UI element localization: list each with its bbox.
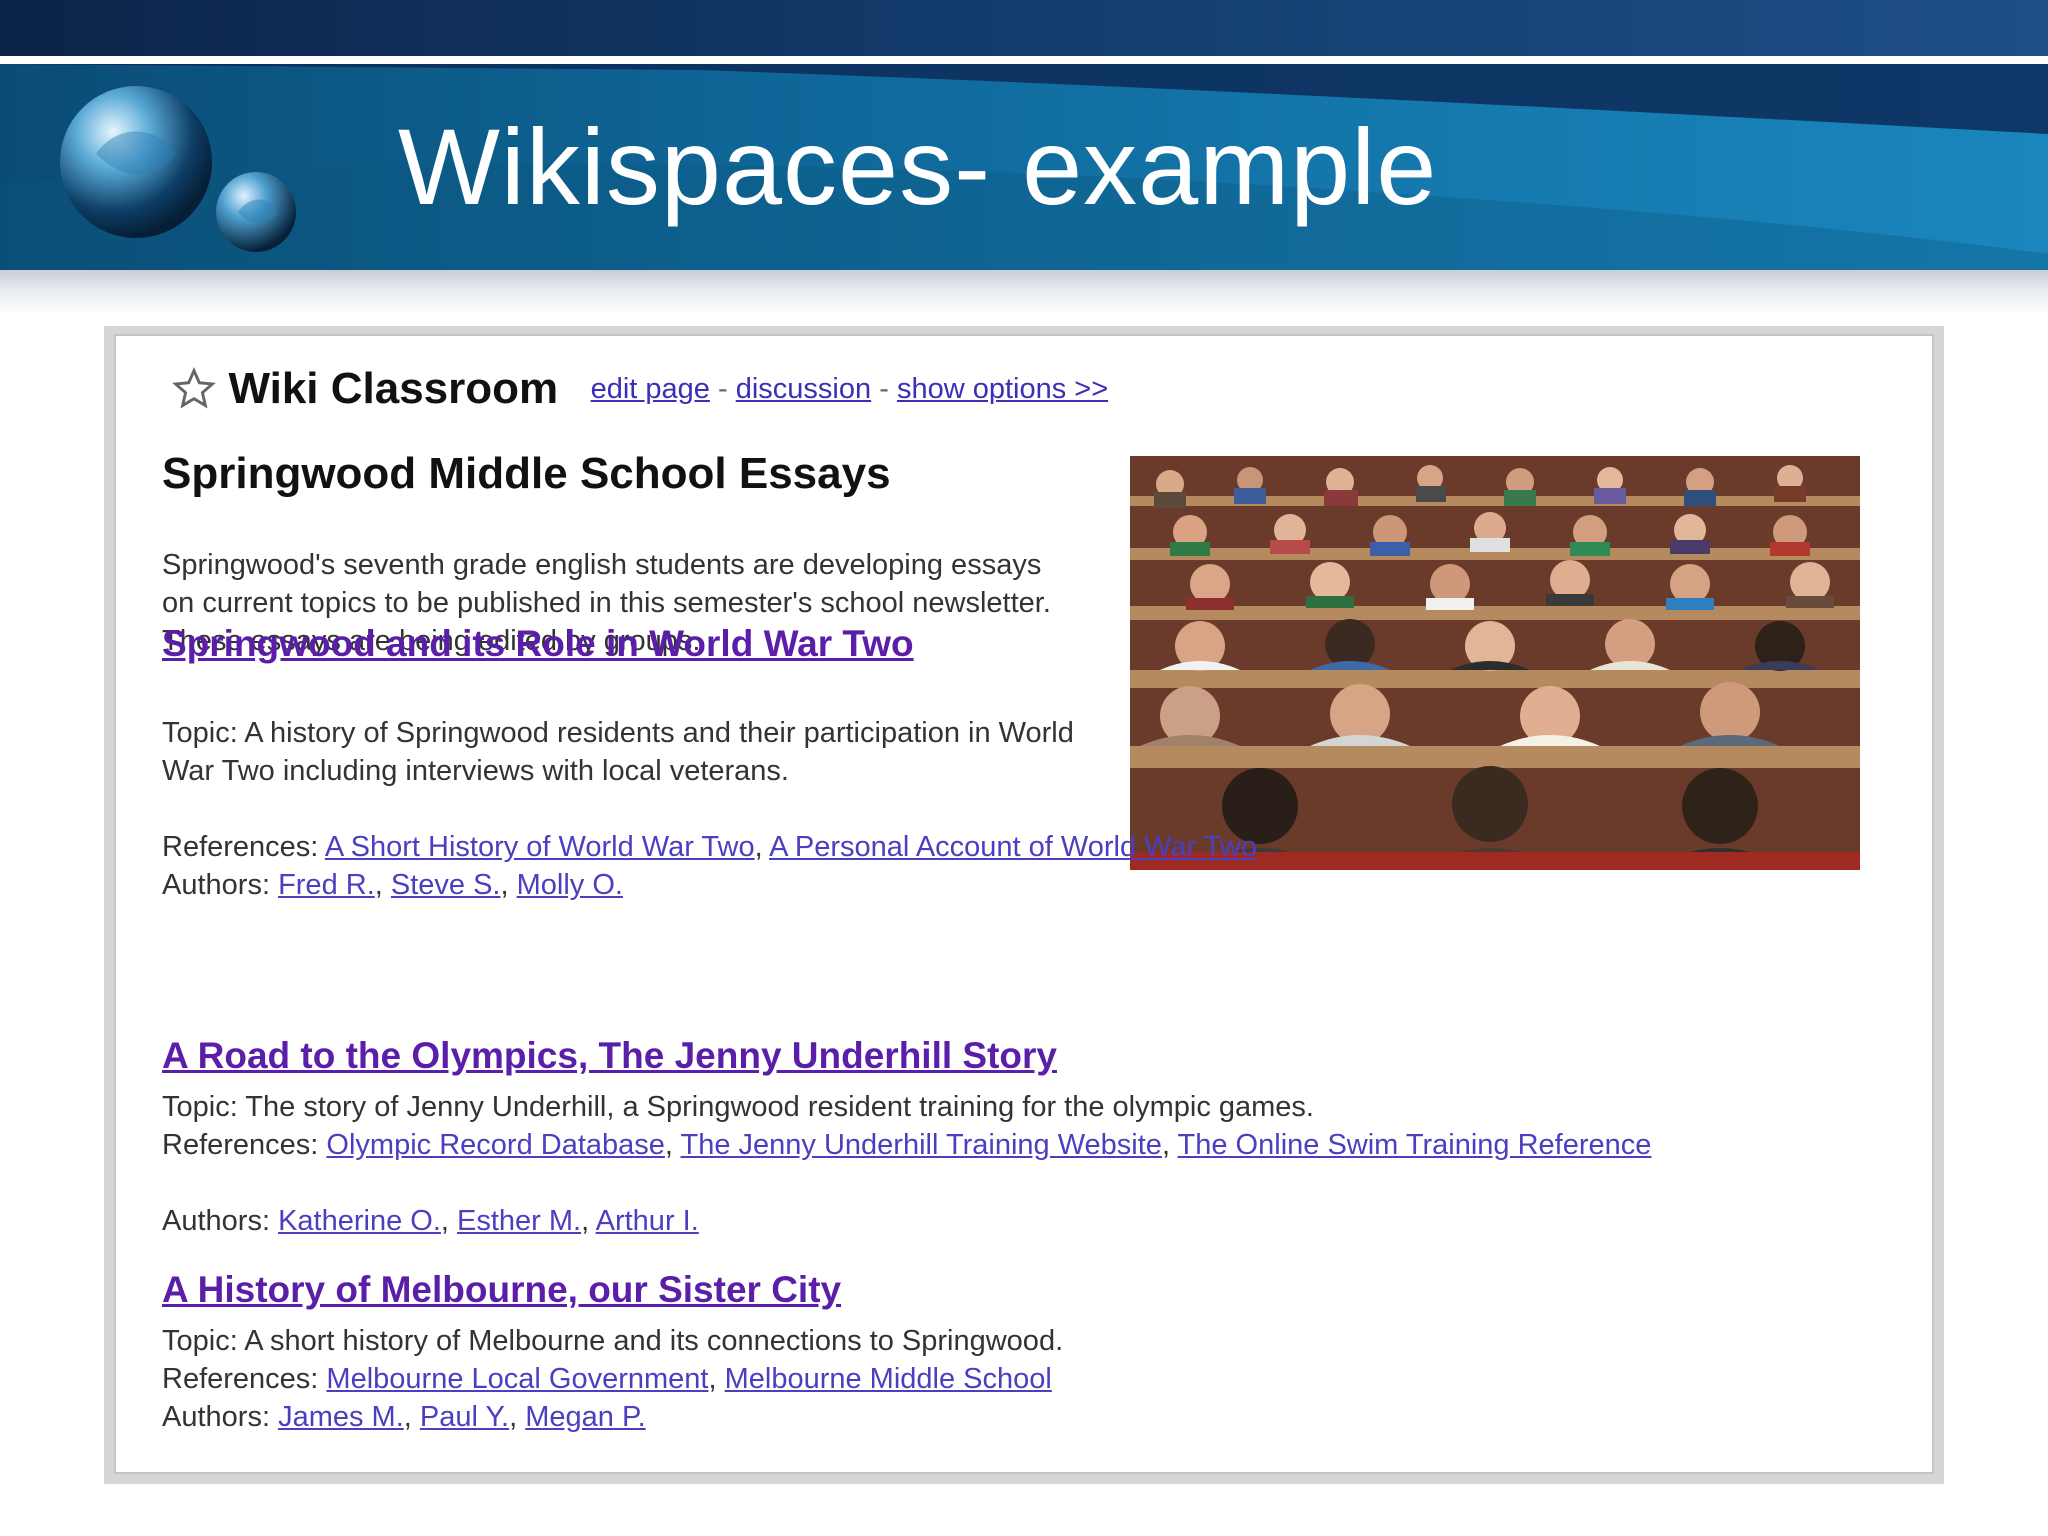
author-link[interactable]: Paul Y. — [420, 1401, 509, 1433]
essay-title-link[interactable]: A History of Melbourne, our Sister City — [162, 1270, 1812, 1310]
show-options-link[interactable]: show options >> — [897, 373, 1108, 405]
slide-title: Wikispaces- example — [398, 106, 1438, 227]
essay-references: References: Olympic Record Database, The… — [162, 1129, 1652, 1161]
reference-link[interactable]: Olympic Record Database — [326, 1129, 664, 1161]
reference-link[interactable]: Melbourne Local Government — [326, 1363, 708, 1395]
wiki-title: Wiki Classroom — [228, 364, 559, 413]
essay-authors: Authors: Fred R., Steve S., Molly O. — [162, 869, 623, 901]
reference-link[interactable]: The Online Swim Training Reference — [1178, 1129, 1652, 1161]
reference-link[interactable]: Melbourne Middle School — [725, 1363, 1052, 1395]
wiki-screenshot-panel: Wiki Classroom edit page - discussion - … — [114, 334, 1934, 1474]
author-link[interactable]: James M. — [278, 1401, 404, 1433]
reference-link[interactable]: A Personal Account of World War Two — [769, 831, 1257, 863]
wiki-action-links: edit page - discussion - show options >> — [591, 373, 1109, 406]
wiki-header: Wiki Classroom edit page - discussion - … — [172, 364, 1108, 414]
essay-authors: Authors: James M., Paul Y., Megan P. — [162, 1401, 646, 1433]
references-label: References: — [162, 1363, 319, 1395]
references-label: References: — [162, 831, 319, 863]
references-label: References: — [162, 1129, 319, 1161]
essay-topic: Topic: The story of Jenny Underhill, a S… — [162, 1091, 1314, 1123]
authors-label: Authors: — [162, 1401, 270, 1433]
discussion-link[interactable]: discussion — [736, 373, 871, 405]
author-link[interactable]: Katherine O. — [278, 1205, 441, 1237]
classroom-photo — [1130, 456, 1860, 870]
essay-topic: Topic: A short history of Melbourne and … — [162, 1325, 1064, 1357]
reference-link[interactable]: The Jenny Underhill Training Website — [681, 1129, 1162, 1161]
essay-authors: Authors: Katherine O., Esther M., Arthur… — [162, 1205, 699, 1237]
link-separator: - — [879, 372, 889, 405]
author-link[interactable]: Esther M. — [457, 1205, 581, 1237]
essay-references: References: Melbourne Local Government, … — [162, 1363, 1052, 1395]
essay-title-link[interactable]: Springwood and its Role in World War Two — [162, 624, 1062, 664]
star-outline-icon[interactable] — [172, 367, 216, 411]
author-link[interactable]: Arthur I. — [596, 1205, 699, 1237]
author-link[interactable]: Molly O. — [517, 869, 623, 901]
essay-topic: Topic: A history of Springwood residents… — [162, 717, 1074, 787]
author-link[interactable]: Fred R. — [278, 869, 375, 901]
authors-label: Authors: — [162, 869, 270, 901]
essay-references: References: A Short History of World War… — [162, 831, 1257, 863]
authors-label: Authors: — [162, 1205, 270, 1237]
top-divider — [0, 56, 2048, 64]
essay-title-link[interactable]: A Road to the Olympics, The Jenny Underh… — [162, 1036, 1812, 1076]
edit-page-link[interactable]: edit page — [591, 373, 710, 405]
link-separator: - — [718, 372, 728, 405]
author-link[interactable]: Steve S. — [391, 869, 501, 901]
globe-logo-icon — [60, 86, 296, 252]
top-dark-bar — [0, 0, 2048, 56]
page-heading: Springwood Middle School Essays — [162, 449, 891, 498]
author-link[interactable]: Megan P. — [525, 1401, 645, 1433]
banner-shadow-bar — [0, 270, 2048, 314]
reference-link[interactable]: A Short History of World War Two — [325, 831, 755, 863]
